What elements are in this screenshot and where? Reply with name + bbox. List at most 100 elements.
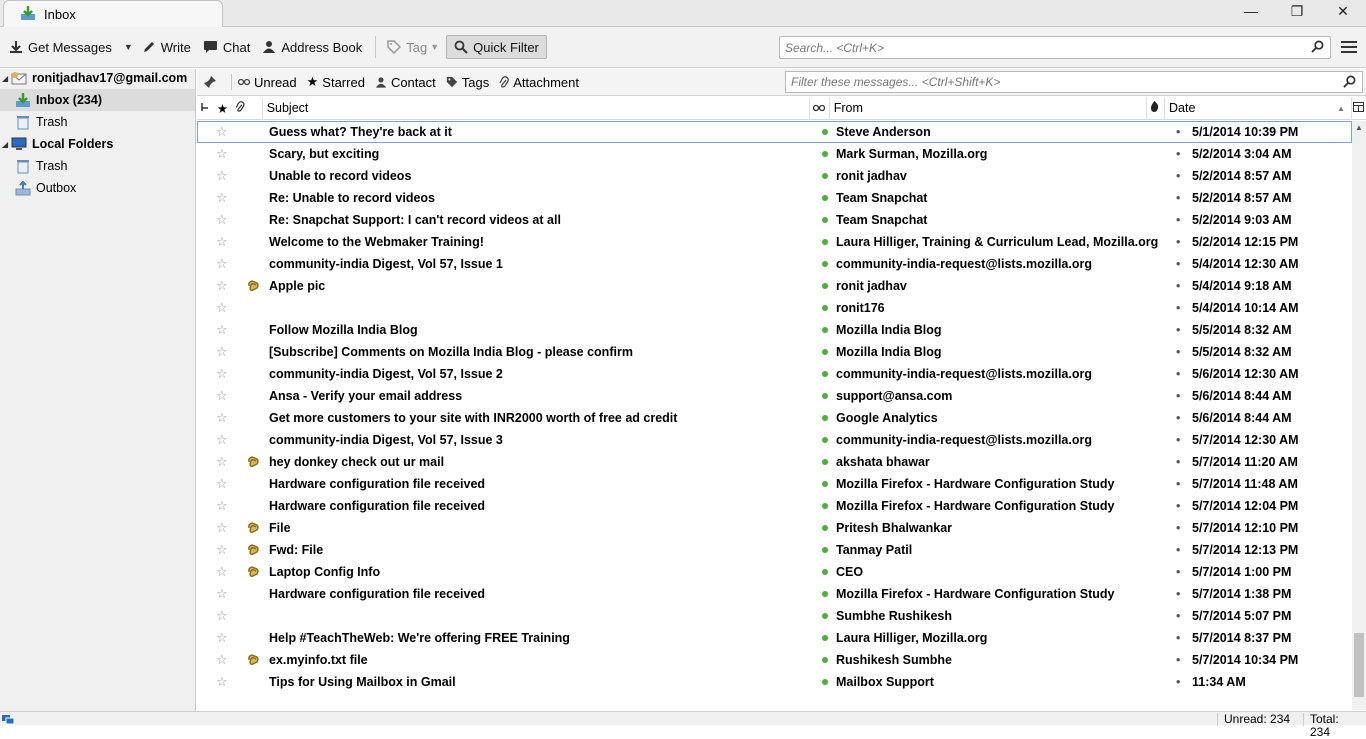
message-row[interactable]: ☆ Tips for Using Mailbox in Gmail Mailbox … [197, 671, 1352, 693]
filter-messages-input[interactable]: Filter these messages... <Ctrl+Shift+K> [785, 71, 1363, 93]
junk-status-icon[interactable]: • [1176, 257, 1182, 271]
message-row[interactable]: ☆ community-india Digest, Vol 57, Issue 2… [197, 363, 1352, 385]
message-row[interactable]: ☆ ronit176 • 5/4/2014 10:14 AM [197, 297, 1352, 319]
star-toggle-icon[interactable]: ☆ [197, 256, 237, 272]
message-row[interactable]: ☆ Ansa - Verify your email address support… [197, 385, 1352, 407]
attachment-column-header[interactable] [233, 96, 263, 120]
message-row[interactable]: ☆ Fwd: File Tanmay Patil • 5/7/2014 12:13 PM [197, 539, 1352, 561]
tab-inbox[interactable]: Inbox [3, 0, 223, 27]
message-row[interactable]: ☆ ex.myinfo.txt file Rushikesh Sumbhe • 5/7/… [197, 649, 1352, 671]
junk-status-icon[interactable]: • [1176, 433, 1182, 447]
unread-dot-icon[interactable] [814, 679, 836, 685]
star-toggle-icon[interactable]: ☆ [197, 586, 237, 602]
unread-dot-icon[interactable] [814, 591, 836, 597]
star-toggle-icon[interactable]: ☆ [197, 410, 237, 426]
message-row[interactable]: ☆ Hardware configuration file received Moz… [197, 495, 1352, 517]
unread-dot-icon[interactable] [814, 371, 836, 377]
message-list[interactable]: ☆ Guess what? They're back at it Steve And… [197, 121, 1352, 710]
star-toggle-icon[interactable]: ☆ [197, 498, 237, 514]
tag-button[interactable]: Tag ▼ [382, 35, 444, 59]
message-row[interactable]: ☆ hey donkey check out ur mail akshata bha… [197, 451, 1352, 473]
unread-dot-icon[interactable] [814, 481, 836, 487]
star-toggle-icon[interactable]: ☆ [197, 542, 237, 558]
junk-status-icon[interactable]: • [1176, 455, 1182, 469]
unread-dot-icon[interactable] [814, 635, 836, 641]
message-row[interactable]: ☆ File Pritesh Bhalwankar • 5/7/2014 12:10 P… [197, 517, 1352, 539]
folder-account[interactable]: ◢ ronitjadhav17@gmail.com [0, 67, 195, 89]
subject-column-header[interactable]: Subject [263, 96, 810, 120]
junk-status-icon[interactable]: • [1176, 147, 1182, 161]
online-status-icon[interactable] [2, 714, 15, 728]
star-column-header[interactable]: ★ [217, 97, 233, 120]
message-row[interactable]: ☆ Hardware configuration file received Moz… [197, 583, 1352, 605]
junk-status-icon[interactable]: • [1176, 477, 1182, 491]
star-toggle-icon[interactable]: ☆ [197, 520, 237, 536]
star-toggle-icon[interactable]: ☆ [197, 366, 237, 382]
junk-status-icon[interactable]: • [1176, 411, 1182, 425]
star-toggle-icon[interactable]: ☆ [197, 146, 237, 162]
junk-status-icon[interactable]: • [1176, 367, 1182, 381]
star-toggle-icon[interactable]: ☆ [197, 124, 237, 140]
unread-dot-icon[interactable] [814, 305, 836, 311]
unread-dot-icon[interactable] [814, 261, 836, 267]
junk-status-icon[interactable]: • [1176, 169, 1182, 183]
message-row[interactable]: ☆ Unable to record videos ronit jadhav • 5/2… [197, 165, 1352, 187]
star-toggle-icon[interactable]: ☆ [197, 344, 237, 360]
unread-dot-icon[interactable] [814, 283, 836, 289]
message-row[interactable]: ☆ Follow Mozilla India Blog Mozilla India … [197, 319, 1352, 341]
get-messages-dropdown[interactable]: ▼ [119, 35, 135, 59]
junk-status-icon[interactable]: • [1176, 125, 1182, 139]
sticky-pin-button[interactable] [203, 75, 221, 89]
message-row[interactable]: ☆ Laptop Config Info CEO • 5/7/2014 1:00 PM [197, 561, 1352, 583]
junk-status-icon[interactable]: • [1176, 565, 1182, 579]
unread-dot-icon[interactable] [814, 569, 836, 575]
filter-attachment-button[interactable]: Attachment [499, 75, 579, 90]
star-toggle-icon[interactable]: ☆ [197, 652, 237, 668]
from-column-header[interactable]: From [830, 96, 1148, 120]
unread-dot-icon[interactable] [814, 349, 836, 355]
filter-contact-button[interactable]: Contact [375, 75, 436, 90]
star-toggle-icon[interactable]: ☆ [197, 388, 237, 404]
junk-status-icon[interactable]: • [1176, 587, 1182, 601]
read-column-header[interactable] [810, 96, 830, 120]
scroll-thumb[interactable] [1354, 633, 1364, 697]
message-row[interactable]: ☆ Sumbhe Rushikesh • 5/7/2014 5:07 PM [197, 605, 1352, 627]
message-row[interactable]: ☆ Scary, but exciting Mark Surman, Mozilla… [197, 143, 1352, 165]
unread-dot-icon[interactable] [814, 415, 836, 421]
folder-outbox[interactable]: Outbox [0, 177, 195, 199]
message-row[interactable]: ☆ Hardware configuration file received Moz… [197, 473, 1352, 495]
unread-dot-icon[interactable] [814, 525, 836, 531]
junk-status-icon[interactable]: • [1176, 609, 1182, 623]
message-row[interactable]: ☆ Get more customers to your site with IN… [197, 407, 1352, 429]
message-list-scrollbar[interactable]: ▲ [1352, 121, 1366, 710]
star-toggle-icon[interactable]: ☆ [197, 454, 237, 470]
star-toggle-icon[interactable]: ☆ [197, 674, 237, 690]
message-row[interactable]: ☆ Re: Unable to record videos Team Snapcha… [197, 187, 1352, 209]
message-row[interactable]: ☆ community-india Digest, Vol 57, Issue 3… [197, 429, 1352, 451]
junk-status-icon[interactable]: • [1176, 301, 1182, 315]
message-row[interactable]: ☆ Guess what? They're back at it Steve And… [197, 121, 1352, 143]
message-row[interactable]: ☆ Re: Snapchat Support: I can't record vi… [197, 209, 1352, 231]
star-toggle-icon[interactable]: ☆ [197, 190, 237, 206]
address-book-button[interactable]: Address Book [257, 35, 367, 59]
unread-dot-icon[interactable] [814, 459, 836, 465]
star-toggle-icon[interactable]: ☆ [197, 564, 237, 580]
star-toggle-icon[interactable]: ☆ [197, 168, 237, 184]
message-row[interactable]: ☆ [Subscribe] Comments on Mozilla India B… [197, 341, 1352, 363]
star-toggle-icon[interactable]: ☆ [197, 608, 237, 624]
unread-dot-icon[interactable] [814, 129, 836, 135]
junk-status-icon[interactable]: • [1176, 521, 1182, 535]
junk-status-icon[interactable]: • [1176, 323, 1182, 337]
folder-inbox[interactable]: Inbox (234) [0, 89, 195, 111]
star-toggle-icon[interactable]: ☆ [197, 278, 237, 294]
folder-trash[interactable]: Trash [0, 111, 195, 133]
message-row[interactable]: ☆ Welcome to the Webmaker Training! Laura … [197, 231, 1352, 253]
write-button[interactable]: Write [137, 35, 196, 59]
junk-status-icon[interactable]: • [1176, 389, 1182, 403]
app-menu-button[interactable] [1338, 36, 1360, 58]
unread-dot-icon[interactable] [814, 195, 836, 201]
star-toggle-icon[interactable]: ☆ [197, 212, 237, 228]
unread-dot-icon[interactable] [814, 437, 836, 443]
junk-status-icon[interactable]: • [1176, 345, 1182, 359]
get-messages-button[interactable]: Get Messages [4, 35, 117, 59]
